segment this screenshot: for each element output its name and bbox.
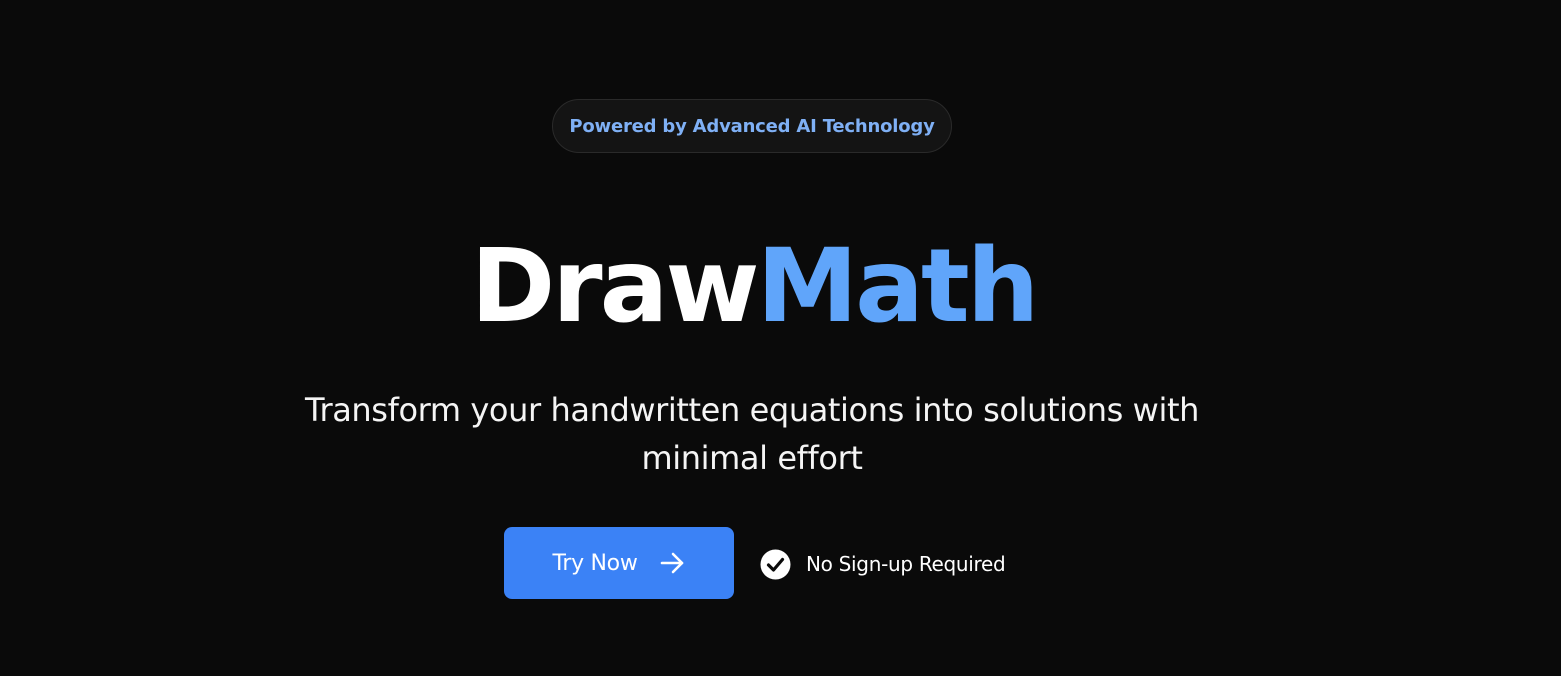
no-signup-note: No Sign-up Required bbox=[760, 547, 1006, 581]
try-now-label: Try Now bbox=[552, 550, 638, 576]
try-now-button[interactable]: Try Now bbox=[504, 527, 734, 599]
badge-text: Powered by Advanced AI Technology bbox=[569, 115, 935, 137]
check-circle-icon bbox=[760, 549, 791, 580]
hero-subtitle: Transform your handwritten equations int… bbox=[305, 391, 1199, 477]
title-part-draw: Draw bbox=[470, 227, 760, 346]
powered-by-badge: Powered by Advanced AI Technology bbox=[552, 99, 952, 153]
arrow-right-icon bbox=[658, 549, 686, 577]
app-title: DrawMath bbox=[0, 224, 1507, 350]
hero-section: Powered by Advanced AI Technology DrawMa… bbox=[0, 0, 1561, 676]
title-part-math: Math bbox=[756, 227, 1040, 346]
no-signup-text: No Sign-up Required bbox=[806, 552, 1006, 576]
